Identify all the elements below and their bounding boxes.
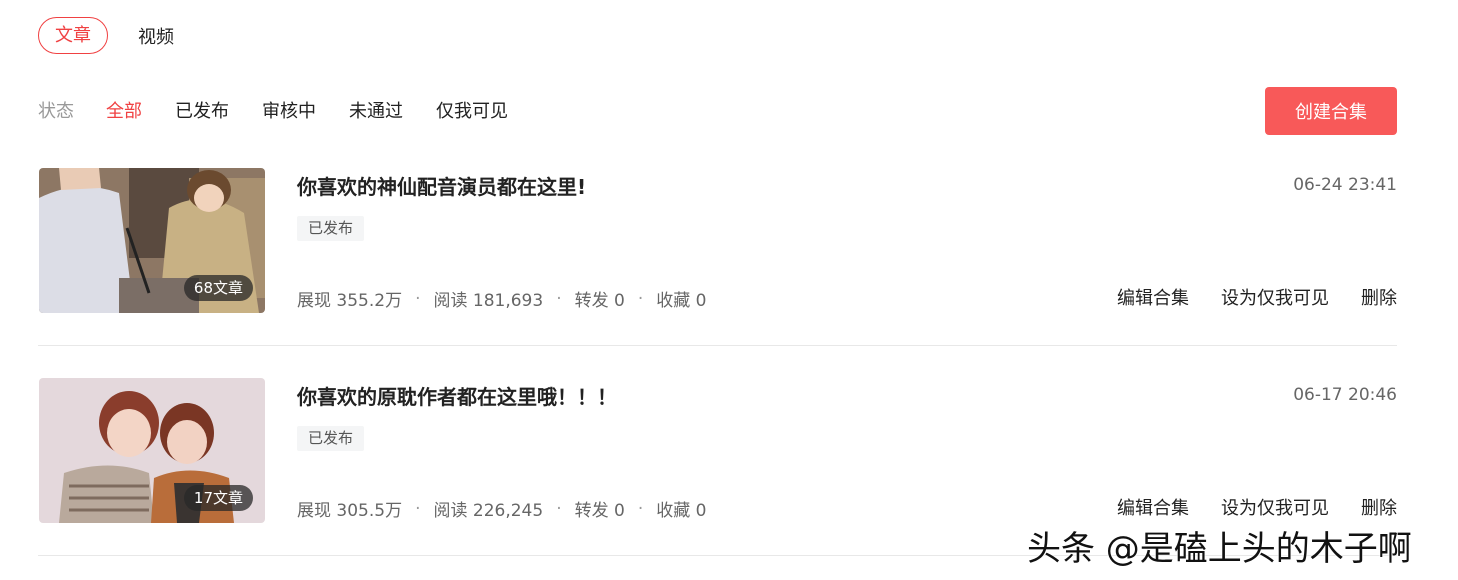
collection-cover-image[interactable]: 68文章 bbox=[39, 168, 265, 313]
collection-stats: 展现 305.5万 · 阅读 226,245 · 转发 0 · 收藏 0 bbox=[297, 496, 707, 522]
article-count-badge: 17文章 bbox=[183, 485, 253, 511]
collection-title[interactable]: 你喜欢的神仙配音演员都在这里! bbox=[297, 171, 586, 200]
status-badge: 已发布 bbox=[297, 426, 365, 451]
stat-impressions: 展现 355.2万 bbox=[297, 291, 403, 311]
stat-separator: · bbox=[637, 288, 644, 309]
watermark-text: 头条 @是磕上头的木子啊 bbox=[1027, 529, 1412, 569]
collection-stats: 展现 355.2万 · 阅读 181,693 · 转发 0 · 收藏 0 bbox=[297, 286, 707, 312]
filter-option-published[interactable]: 已发布 bbox=[175, 97, 229, 123]
collection-time: 06-24 23:41 bbox=[1293, 175, 1397, 195]
stat-separator: · bbox=[415, 498, 421, 519]
collection-item: 68文章 你喜欢的神仙配音演员都在这里! 06-24 23:41 已发布 展现 … bbox=[38, 168, 1397, 314]
collection-item: 17文章 你喜欢的原耽作者都在这里哦！！！ 06-17 20:46 已发布 展现… bbox=[38, 378, 1397, 524]
delete-button[interactable]: 删除 bbox=[1361, 494, 1397, 520]
stat-separator: · bbox=[415, 288, 421, 309]
stat-reads: 阅读 181,693 bbox=[433, 291, 544, 311]
stat-separator: · bbox=[637, 498, 644, 519]
collection-actions: 编辑合集 设为仅我可见 删除 bbox=[1085, 284, 1397, 310]
stat-shares: 转发 0 bbox=[574, 291, 625, 311]
collection-time: 06-17 20:46 bbox=[1293, 385, 1397, 405]
create-collection-button[interactable]: 创建合集 bbox=[1265, 87, 1397, 135]
status-filter-label: 状态 bbox=[38, 101, 74, 122]
tab-articles[interactable]: 文章 bbox=[38, 17, 108, 54]
article-count-badge: 68文章 bbox=[183, 275, 253, 301]
filter-option-all[interactable]: 全部 bbox=[106, 97, 142, 123]
status-filter: 状态 全部 已发布 审核中 未通过 仅我可见 bbox=[38, 96, 541, 124]
divider bbox=[38, 345, 1397, 346]
set-private-button[interactable]: 设为仅我可见 bbox=[1221, 284, 1329, 310]
set-private-button[interactable]: 设为仅我可见 bbox=[1221, 494, 1329, 520]
stat-reads: 阅读 226,245 bbox=[433, 501, 544, 521]
stat-favorites: 收藏 0 bbox=[656, 291, 707, 311]
collection-title[interactable]: 你喜欢的原耽作者都在这里哦！！！ bbox=[297, 381, 617, 410]
collection-cover-image[interactable]: 17文章 bbox=[39, 378, 265, 523]
collection-actions: 编辑合集 设为仅我可见 删除 bbox=[1085, 494, 1397, 520]
stat-impressions: 展现 305.5万 bbox=[297, 501, 403, 521]
filter-option-reviewing[interactable]: 审核中 bbox=[262, 97, 316, 123]
stat-separator: · bbox=[556, 498, 562, 519]
status-badge: 已发布 bbox=[297, 216, 365, 241]
stat-shares: 转发 0 bbox=[574, 501, 625, 521]
delete-button[interactable]: 删除 bbox=[1361, 284, 1397, 310]
stat-favorites: 收藏 0 bbox=[656, 501, 707, 521]
edit-collection-button[interactable]: 编辑合集 bbox=[1117, 284, 1189, 310]
edit-collection-button[interactable]: 编辑合集 bbox=[1117, 494, 1189, 520]
content-type-tabs: 文章 视频 bbox=[38, 17, 174, 54]
filter-option-private[interactable]: 仅我可见 bbox=[436, 97, 508, 123]
tab-videos[interactable]: 视频 bbox=[138, 23, 174, 49]
stat-separator: · bbox=[556, 288, 562, 309]
filter-option-rejected[interactable]: 未通过 bbox=[349, 97, 403, 123]
